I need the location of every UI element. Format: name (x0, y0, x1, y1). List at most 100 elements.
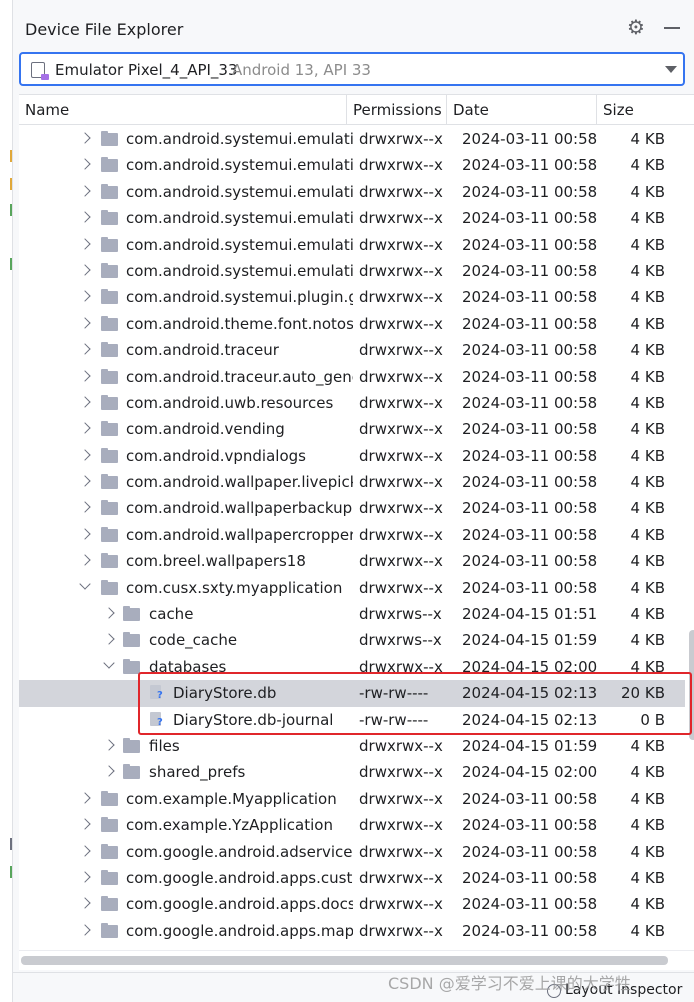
file-date: 2024-03-11 00:58 (462, 314, 598, 333)
file-date: 2024-03-11 00:58 (462, 921, 598, 940)
file-size: 4 KB (630, 314, 665, 333)
tool-window-header: Device File Explorer ⚙ (13, 0, 694, 48)
gear-icon[interactable]: ⚙ (625, 16, 647, 38)
chevron-right-icon[interactable] (79, 792, 91, 804)
table-row[interactable]: com.google.android.apps.docs drwxrwx--x 20… (19, 891, 685, 917)
chevron-right-icon[interactable] (79, 396, 91, 408)
file-date: 2024-03-11 00:58 (462, 789, 598, 808)
file-name: com.example.YzApplication (126, 816, 333, 835)
chevron-down-icon[interactable] (79, 577, 91, 590)
chevron-right-icon[interactable] (79, 924, 91, 936)
table-row[interactable]: shared_prefs drwxrwx--x 2024-04-15 02:00 4 … (19, 759, 685, 785)
file-date: 2024-03-11 00:58 (462, 367, 598, 386)
column-header-permissions[interactable]: Permissions (347, 95, 447, 125)
column-header-date[interactable]: Date (447, 95, 597, 125)
table-row[interactable]: files drwxrwx--x 2024-04-15 01:59 4 KB (19, 733, 685, 759)
file-size: 4 KB (630, 182, 665, 201)
chevron-right-icon[interactable] (103, 607, 115, 619)
file-permissions: drwxrws--x (359, 631, 442, 650)
chevron-right-icon[interactable] (79, 343, 91, 355)
chevron-right-icon[interactable] (79, 554, 91, 566)
chevron-right-icon[interactable] (79, 317, 91, 329)
table-row[interactable]: com.breel.wallpapers18 drwxrwx--x 2024-03-… (19, 548, 685, 574)
file-name: code_cache (149, 631, 238, 650)
file-name: com.android.theme.font.notose (126, 314, 353, 333)
table-row[interactable]: com.android.systemui.emulatio drwxrwx--x 2… (19, 205, 685, 231)
table-row[interactable]: com.android.wallpapercropper drwxrwx--x 20… (19, 522, 685, 548)
file-permissions: drwxrwx--x (359, 235, 443, 254)
file-name: com.android.systemui.emulatio (126, 235, 353, 254)
chevron-right-icon[interactable] (79, 422, 91, 434)
table-row[interactable]: com.cusx.sxty.myapplication drwxrwx--x 202… (19, 575, 685, 601)
table-row[interactable]: com.android.systemui.emulatio drwxrwx--x 2… (19, 179, 685, 205)
chevron-right-icon[interactable] (79, 132, 91, 144)
chevron-right-icon[interactable] (79, 818, 91, 830)
file-name: com.android.systemui.emulatio (126, 130, 353, 148)
chevron-right-icon[interactable] (79, 475, 91, 487)
file-permissions: drwxrwx--x (359, 182, 443, 201)
table-row[interactable]: com.example.YzApplication drwxrwx--x 2024-… (19, 812, 685, 838)
file-date: 2024-03-11 00:58 (462, 130, 598, 148)
file-permissions: drwxrwx--x (359, 578, 443, 597)
folder-icon (123, 632, 140, 648)
folder-icon (101, 896, 118, 912)
column-header-size[interactable]: Size (597, 95, 694, 125)
file-date: 2024-03-11 00:58 (462, 816, 598, 835)
file-size: 4 KB (630, 816, 665, 835)
chevron-right-icon[interactable] (103, 633, 115, 646)
column-header-name[interactable]: Name (19, 95, 347, 125)
file-permissions: drwxrwx--x (359, 763, 443, 782)
table-row[interactable]: com.android.traceur.auto_gene drwxrwx--x 2… (19, 364, 685, 390)
chevron-right-icon[interactable] (103, 739, 115, 751)
folder-icon (123, 737, 140, 753)
file-date: 2024-03-11 00:58 (462, 842, 598, 861)
table-row[interactable]: code_cache drwxrws--x 2024-04-15 01:59 4 KB (19, 627, 685, 653)
table-row[interactable]: com.android.wallpaperbackup drwxrwx--x 202… (19, 495, 685, 521)
table-row[interactable]: com.android.wallpaper.livepick drwxrwx--x… (19, 469, 685, 495)
table-row[interactable]: com.google.android.apps.maps drwxrwx--x 20… (19, 918, 685, 944)
file-permissions: drwxrwx--x (359, 816, 443, 835)
folder-icon (123, 764, 140, 780)
file-permissions: drwxrwx--x (359, 921, 443, 940)
chevron-right-icon[interactable] (79, 871, 91, 883)
chevron-right-icon[interactable] (79, 369, 91, 382)
table-row[interactable]: com.android.vending drwxrwx--x 2024-03-11 … (19, 416, 685, 442)
table-row[interactable]: com.android.systemui.emulatio drwxrwx--x 2… (19, 258, 685, 284)
chevron-right-icon[interactable] (79, 897, 91, 909)
table-row[interactable]: com.android.uwb.resources drwxrwx--x 2024-… (19, 390, 685, 416)
table-row[interactable]: com.google.android.apps.custo drwxrwx--x 2… (19, 865, 685, 891)
table-row[interactable]: com.android.systemui.plugin.gl drwxrwx--x… (19, 284, 685, 310)
horizontal-scrollbar[interactable] (21, 956, 668, 965)
chevron-right-icon[interactable] (79, 237, 91, 250)
table-row[interactable]: com.android.traceur drwxrwx--x 2024-03-11 … (19, 337, 685, 363)
file-date: 2024-03-11 00:58 (462, 420, 598, 439)
folder-icon (101, 368, 118, 384)
chevron-right-icon[interactable] (79, 290, 91, 303)
chevron-right-icon[interactable] (79, 501, 91, 514)
chevron-right-icon[interactable] (79, 211, 91, 223)
chevron-right-icon[interactable] (79, 158, 91, 171)
table-header: Name Permissions Date Size (19, 95, 694, 125)
table-row[interactable]: com.android.systemui.emulatio drwxrwx--x 2… (19, 232, 685, 258)
table-row[interactable]: com.android.theme.font.notose drwxrwx--x 2… (19, 311, 685, 337)
chevron-down-icon[interactable] (103, 657, 115, 669)
chevron-right-icon[interactable] (79, 449, 91, 461)
chevron-right-icon[interactable] (79, 185, 91, 197)
chevron-down-icon[interactable] (665, 66, 677, 73)
chevron-right-icon[interactable] (79, 264, 91, 276)
minimize-icon[interactable] (661, 16, 683, 38)
file-permissions: drwxrwx--x (359, 367, 443, 386)
table-row[interactable]: cache drwxrws--x 2024-04-15 01:51 4 KB (19, 601, 685, 627)
device-selector[interactable]: Emulator Pixel_4_API_33 Android 13, API … (19, 52, 685, 86)
chevron-right-icon[interactable] (79, 528, 91, 540)
folder-icon (101, 553, 118, 569)
table-row[interactable]: com.google.android.adservices. drwxrwx--x… (19, 839, 685, 865)
chevron-right-icon[interactable] (79, 844, 91, 857)
chevron-right-icon[interactable] (103, 765, 115, 778)
table-row[interactable]: com.android.systemui.emulatio drwxrwx--x 2… (19, 126, 685, 152)
table-row[interactable]: com.android.vpndialogs drwxrwx--x 2024-03-… (19, 443, 685, 469)
file-size: 4 KB (630, 552, 665, 571)
table-row[interactable]: com.example.Myapplication drwxrwx--x 2024-… (19, 786, 685, 812)
table-row[interactable]: com.android.systemui.emulatio drwxrwx--x 2… (19, 152, 685, 178)
file-size: 4 KB (630, 868, 665, 887)
